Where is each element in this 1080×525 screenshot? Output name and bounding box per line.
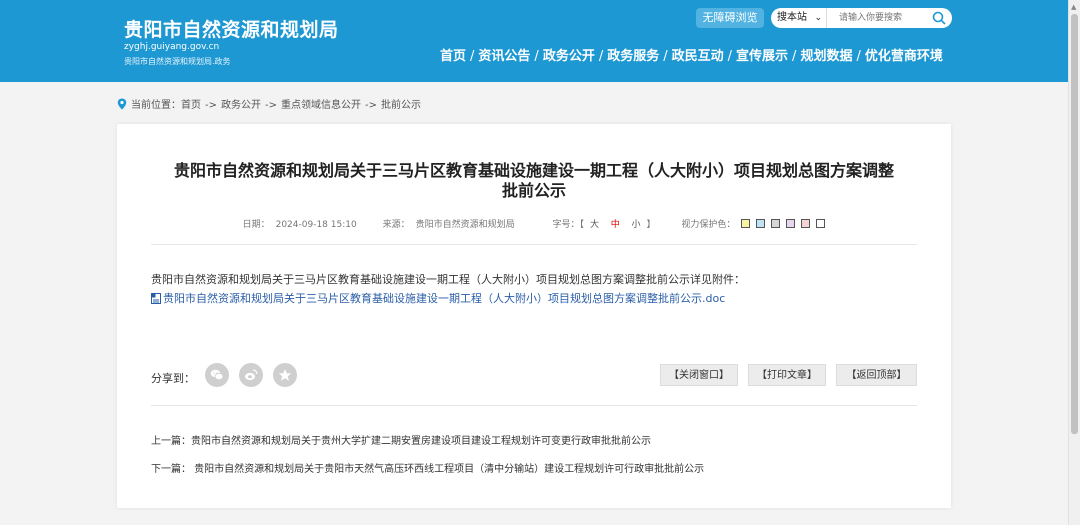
next-article-link[interactable]: 下一篇： 贵阳市自然资源和规划局关于贵阳市天然气高压环西线工程项目（清中分输站）… bbox=[151, 460, 704, 475]
site-header: 贵阳市自然资源和规划局 zyghj.guiyang.gov.cn 贵阳市自然资源… bbox=[0, 0, 1068, 82]
attachment-name: 贵阳市自然资源和规划局关于三马片区教育基础设施建设一期工程（人大附小）项目规划总… bbox=[163, 292, 726, 305]
back-to-top-button[interactable]: 【返回顶部】 bbox=[836, 364, 917, 386]
breadcrumb-home[interactable]: 首页 bbox=[181, 100, 201, 111]
divider bbox=[151, 244, 917, 245]
article-title: 贵阳市自然资源和规划局关于三马片区教育基础设施建设一期工程（人大附小）项目规划总… bbox=[147, 161, 921, 201]
breadcrumb-key-areas[interactable]: 重点领域信息公开 bbox=[281, 100, 361, 111]
site-subtitle: 贵阳市自然资源和规划局.政务 bbox=[124, 57, 231, 66]
article-title-line2: 批前公示 bbox=[501, 181, 566, 200]
eye-color-yellow[interactable] bbox=[741, 219, 751, 228]
article-source: 贵阳市自然资源和规划局 bbox=[415, 220, 515, 230]
breadcrumb-separator: -> bbox=[365, 100, 377, 111]
wechat-icon bbox=[210, 369, 224, 381]
favorite-icon bbox=[278, 369, 292, 381]
article-body: 贵阳市自然资源和规划局关于三马片区教育基础设施建设一期工程（人大附小）项目规划总… bbox=[151, 273, 745, 286]
nav-item-showcase[interactable]: 宣传展示 bbox=[736, 49, 788, 64]
print-article-button[interactable]: 【打印文章】 bbox=[748, 364, 826, 386]
nav-item-services[interactable]: 政务服务 bbox=[607, 49, 659, 64]
font-size-close-bracket: 】 bbox=[646, 220, 656, 230]
eye-color-white[interactable] bbox=[816, 219, 826, 228]
doc-file-icon bbox=[151, 293, 161, 304]
font-size-label: 字号：【 bbox=[552, 220, 584, 230]
close-window-button[interactable]: 【关闭窗口】 bbox=[660, 364, 738, 386]
breadcrumb: 当前位置：首页 -> 政务公开 -> 重点领域信息公开 -> 批前公示 bbox=[117, 96, 421, 111]
eye-protection-label: 视力保护色： bbox=[681, 220, 736, 230]
font-size-big[interactable]: 大 bbox=[590, 220, 599, 230]
nav-item-business-env[interactable]: 优化营商环境 bbox=[865, 49, 943, 64]
search-box: 搜本站 ⌄ bbox=[771, 8, 952, 28]
favorite-share-button[interactable] bbox=[273, 363, 297, 387]
wechat-share-button[interactable] bbox=[205, 363, 229, 387]
site-title[interactable]: 贵阳市自然资源和规划局 bbox=[124, 15, 339, 42]
breadcrumb-prefix: 当前位置： bbox=[131, 100, 181, 111]
font-size-medium[interactable]: 中 bbox=[611, 220, 620, 230]
weibo-icon bbox=[245, 369, 258, 381]
article-date: 2024-09-18 15:10 bbox=[275, 220, 357, 230]
search-scope-label: 搜本站 bbox=[777, 12, 807, 23]
share-label: 分享到： bbox=[151, 372, 195, 385]
nav-item-public-affairs[interactable]: 政务公开 bbox=[543, 49, 595, 64]
article-card: 贵阳市自然资源和规划局关于三马片区教育基础设施建设一期工程（人大附小）项目规划总… bbox=[117, 124, 951, 508]
chevron-down-icon: ⌄ bbox=[814, 13, 822, 23]
site-domain: zyghj.guiyang.gov.cn bbox=[124, 42, 220, 52]
eye-color-purple[interactable] bbox=[786, 219, 796, 228]
breadcrumb-separator: -> bbox=[205, 100, 217, 111]
scroll-up-arrow-icon[interactable]: ▲ bbox=[1071, 3, 1076, 11]
search-icon[interactable] bbox=[932, 11, 946, 25]
scrollbar-thumb[interactable] bbox=[1071, 14, 1078, 434]
divider bbox=[151, 405, 917, 406]
date-label: 日期： bbox=[242, 220, 270, 230]
breadcrumb-public-affairs[interactable]: 政务公开 bbox=[221, 100, 261, 111]
article-title-line1: 贵阳市自然资源和规划局关于三马片区教育基础设施建设一期工程（人大附小）项目规划总… bbox=[173, 161, 894, 180]
breadcrumb-current[interactable]: 批前公示 bbox=[381, 100, 421, 111]
nav-item-interaction[interactable]: 政民互动 bbox=[672, 49, 724, 64]
accessibility-button[interactable]: 无障碍浏览 bbox=[696, 8, 764, 28]
font-size-small[interactable]: 小 bbox=[632, 220, 641, 230]
eye-color-pink[interactable] bbox=[801, 219, 811, 228]
main-nav: 首页 / 资讯公告 / 政务公开 / 政务服务 / 政民互动 / 宣传展示 / 规划数据 / 优化营商环境 bbox=[440, 49, 943, 64]
nav-item-planning-data[interactable]: 规划数据 bbox=[800, 49, 852, 64]
eye-color-blue[interactable] bbox=[756, 219, 766, 228]
attachment-link[interactable]: 贵阳市自然资源和规划局关于三马片区教育基础设施建设一期工程（人大附小）项目规划总… bbox=[151, 290, 725, 306]
breadcrumb-separator: -> bbox=[265, 100, 277, 111]
source-label: 来源： bbox=[382, 220, 410, 230]
location-pin-icon bbox=[117, 98, 127, 110]
nav-item-news[interactable]: 资讯公告 bbox=[478, 49, 530, 64]
nav-item-home[interactable]: 首页 bbox=[440, 49, 466, 64]
article-meta: 日期： 2024-09-18 15:10 来源： 贵阳市自然资源和规划局 字号：【大… bbox=[117, 217, 951, 230]
search-scope-select[interactable]: 搜本站 ⌄ bbox=[771, 8, 827, 28]
weibo-share-button[interactable] bbox=[239, 363, 263, 387]
search-input[interactable] bbox=[833, 8, 931, 28]
eye-color-gray[interactable] bbox=[771, 219, 781, 228]
scrollbar[interactable]: ▲ bbox=[1068, 0, 1080, 525]
prev-article-link[interactable]: 上一篇：贵阳市自然资源和规划局关于贵州大学扩建二期安置房建设项目建设工程规划许可… bbox=[151, 432, 651, 447]
